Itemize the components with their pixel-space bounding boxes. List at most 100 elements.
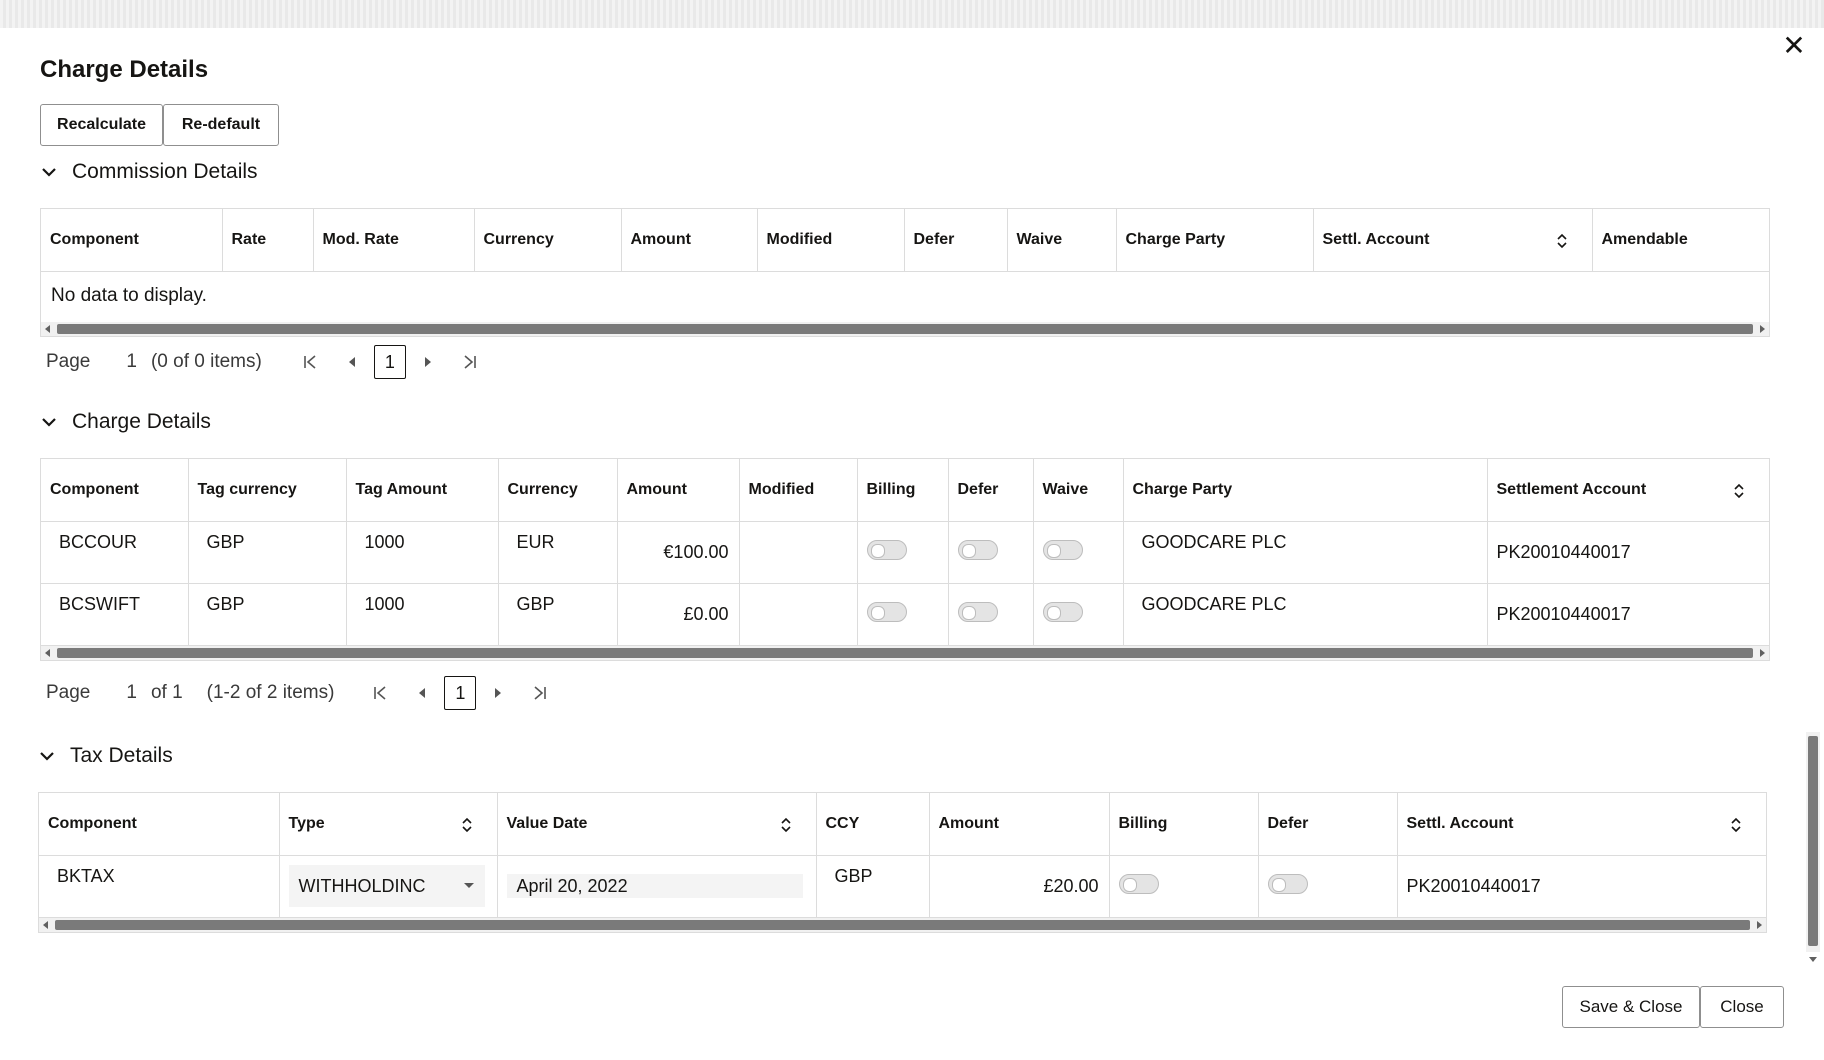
col-waive[interactable]: Waive	[1033, 459, 1123, 521]
chevron-down-icon	[40, 163, 58, 181]
commission-horizontal-scrollbar[interactable]	[41, 322, 1769, 336]
col-currency[interactable]: Currency	[498, 459, 617, 521]
last-page-icon[interactable]	[452, 344, 488, 380]
charges-header-row: Component Tag currency Tag Amount Curren…	[41, 459, 1769, 521]
billing-toggle[interactable]	[1119, 874, 1159, 894]
close-button[interactable]: Close	[1700, 986, 1784, 1028]
close-icon[interactable]: ✕	[1780, 32, 1808, 60]
col-billing[interactable]: Billing	[1109, 793, 1258, 855]
empty-message: No data to display.	[41, 272, 1769, 322]
type-select[interactable]: WITHHOLDINC	[289, 865, 485, 907]
commission-section-header[interactable]: Commission Details	[40, 160, 258, 184]
cell-ccy: GBP	[816, 855, 929, 917]
col-waive[interactable]: Waive	[1007, 209, 1116, 271]
tax-horizontal-scrollbar[interactable]	[39, 918, 1766, 932]
recalculate-button[interactable]: Recalculate	[40, 104, 163, 146]
col-ccy[interactable]: CCY	[816, 793, 929, 855]
tax-section-header[interactable]: Tax Details	[38, 744, 173, 768]
prev-page-icon[interactable]	[334, 344, 370, 380]
charges-table: Component Tag currency Tag Amount Curren…	[40, 458, 1770, 661]
cell-settl-account[interactable]: PK20010440017	[1397, 855, 1766, 917]
page-input[interactable]: 1	[126, 351, 137, 373]
sort-icon[interactable]	[1556, 233, 1568, 249]
col-rate[interactable]: Rate	[222, 209, 313, 271]
col-type-label: Type	[289, 815, 325, 832]
sort-icon[interactable]	[780, 817, 792, 833]
col-currency[interactable]: Currency	[474, 209, 621, 271]
cell-modified	[739, 583, 857, 645]
cell-modified	[739, 521, 857, 583]
col-modified[interactable]: Modified	[739, 459, 857, 521]
col-settl-account[interactable]: Settl. Account	[1397, 793, 1766, 855]
save-close-button[interactable]: Save & Close	[1562, 986, 1700, 1028]
cell-amount[interactable]: £20.00	[929, 855, 1109, 917]
col-amount[interactable]: Amount	[621, 209, 757, 271]
col-mod-rate[interactable]: Mod. Rate	[313, 209, 474, 271]
col-settlement-account[interactable]: Settlement Account	[1487, 459, 1769, 521]
billing-toggle[interactable]	[867, 540, 907, 560]
col-billing[interactable]: Billing	[857, 459, 948, 521]
col-component[interactable]: Component	[41, 459, 188, 521]
col-component[interactable]: Component	[41, 209, 222, 271]
col-charge-party[interactable]: Charge Party	[1116, 209, 1313, 271]
current-page[interactable]: 1	[374, 345, 406, 379]
first-page-icon[interactable]	[362, 675, 398, 711]
col-value-date[interactable]: Value Date	[497, 793, 816, 855]
defer-toggle[interactable]	[1268, 874, 1308, 894]
table-row[interactable]: BCCOUR GBP 1000 EUR €100.00 GOODCARE PLC…	[41, 521, 1769, 583]
col-modified[interactable]: Modified	[757, 209, 904, 271]
tax-table: Component Type Value Date CCY Amount Bil…	[38, 792, 1767, 933]
chevron-down-icon	[40, 413, 58, 431]
next-page-icon[interactable]	[480, 675, 516, 711]
page-total: of 1	[151, 682, 183, 704]
col-tag-amount[interactable]: Tag Amount	[346, 459, 498, 521]
table-row[interactable]: BKTAX WITHHOLDINC April 20, 2022 GBP £20…	[39, 855, 1766, 917]
waive-toggle[interactable]	[1043, 540, 1083, 560]
commission-header-row: Component Rate Mod. Rate Currency Amount…	[41, 209, 1769, 271]
items-count: (1-2 of 2 items)	[207, 682, 335, 704]
col-value-date-label: Value Date	[507, 815, 588, 832]
col-type[interactable]: Type	[279, 793, 497, 855]
col-amount[interactable]: Amount	[929, 793, 1109, 855]
billing-toggle[interactable]	[867, 602, 907, 622]
sort-icon[interactable]	[1730, 817, 1742, 833]
value-date-input[interactable]: April 20, 2022	[507, 874, 803, 898]
charges-horizontal-scrollbar[interactable]	[41, 646, 1769, 660]
waive-toggle[interactable]	[1043, 602, 1083, 622]
sort-icon[interactable]	[461, 817, 473, 833]
charges-pager: Page 1 of 1 (1-2 of 2 items) 1	[46, 675, 558, 711]
col-settl-account[interactable]: Settl. Account	[1313, 209, 1592, 271]
col-amendable[interactable]: Amendable	[1592, 209, 1769, 271]
defer-toggle[interactable]	[958, 540, 998, 560]
col-settl-account-label: Settl. Account	[1323, 231, 1430, 248]
col-defer[interactable]: Defer	[1258, 793, 1397, 855]
cell-settlement-account[interactable]: PK20010440017	[1487, 521, 1769, 583]
cell-amount[interactable]: €100.00	[617, 521, 739, 583]
cell-currency: EUR	[498, 521, 617, 583]
commission-section-title: Commission Details	[72, 160, 258, 184]
col-defer[interactable]: Defer	[904, 209, 1007, 271]
col-charge-party[interactable]: Charge Party	[1123, 459, 1487, 521]
table-row[interactable]: BCSWIFT GBP 1000 GBP £0.00 GOODCARE PLC …	[41, 583, 1769, 645]
cell-tag-currency: GBP	[188, 521, 346, 583]
charges-section-title: Charge Details	[72, 410, 211, 434]
col-amount[interactable]: Amount	[617, 459, 739, 521]
cell-amount[interactable]: £0.00	[617, 583, 739, 645]
page-input[interactable]: 1	[126, 682, 137, 704]
prev-page-icon[interactable]	[404, 675, 440, 711]
next-page-icon[interactable]	[410, 344, 446, 380]
cell-settlement-account[interactable]: PK20010440017	[1487, 583, 1769, 645]
sort-icon[interactable]	[1733, 483, 1745, 499]
first-page-icon[interactable]	[292, 344, 328, 380]
background-page-strip	[0, 0, 1824, 29]
current-page[interactable]: 1	[444, 676, 476, 710]
col-component[interactable]: Component	[39, 793, 279, 855]
defer-toggle[interactable]	[958, 602, 998, 622]
redefault-button[interactable]: Re-default	[163, 104, 279, 146]
tax-header-row: Component Type Value Date CCY Amount Bil…	[39, 793, 1766, 855]
charges-section-header[interactable]: Charge Details	[40, 410, 211, 434]
dialog-vertical-scrollbar[interactable]	[1806, 732, 1820, 952]
col-tag-currency[interactable]: Tag currency	[188, 459, 346, 521]
col-defer[interactable]: Defer	[948, 459, 1033, 521]
last-page-icon[interactable]	[522, 675, 558, 711]
